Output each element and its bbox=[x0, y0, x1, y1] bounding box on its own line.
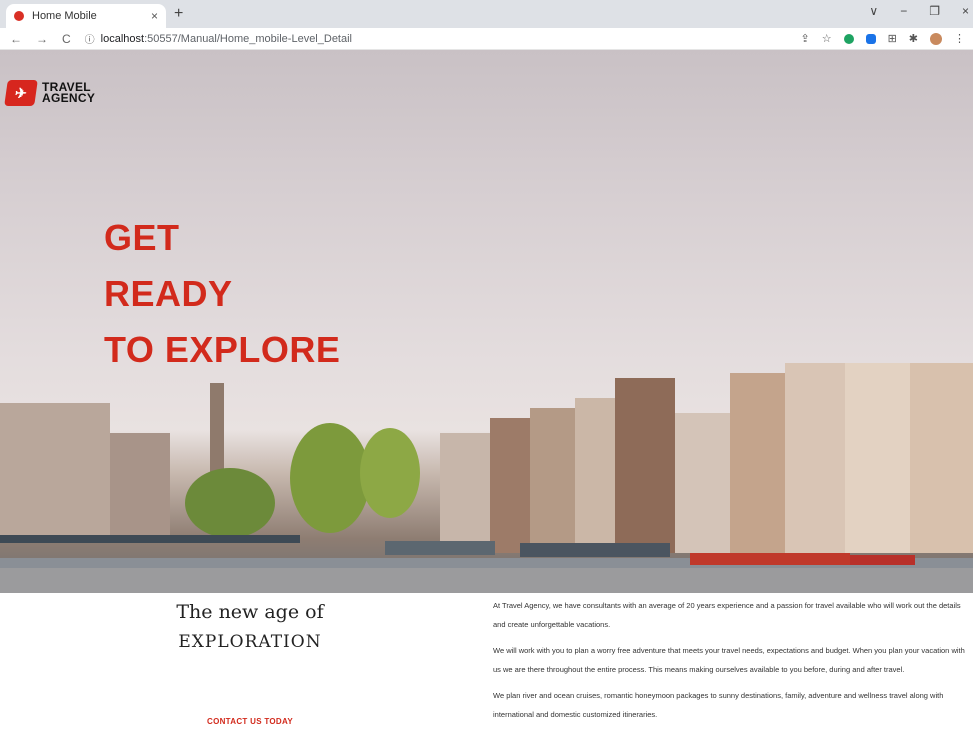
airplane-logo-icon: ✈ bbox=[4, 80, 38, 106]
extension-blue-icon[interactable] bbox=[865, 33, 876, 44]
tab-close-icon[interactable]: × bbox=[151, 9, 158, 23]
url-path: :50557/Manual/Home_mobile-Level_Detail bbox=[144, 32, 352, 45]
browser-tab[interactable]: Home Mobile × bbox=[6, 4, 166, 28]
tab-title: Home Mobile bbox=[32, 10, 97, 22]
headline-line-1: GET bbox=[104, 217, 180, 258]
address-bar[interactable]: ⓘ localhost :50557/Manual/Home_mobile-Le… bbox=[85, 31, 785, 47]
site-favicon-icon bbox=[14, 11, 24, 21]
site-info-icon[interactable]: ⓘ bbox=[85, 31, 95, 46]
reload-icon[interactable]: C bbox=[62, 32, 71, 46]
tab-search-icon[interactable]: ∨ bbox=[869, 4, 878, 18]
headline-line-2: READY bbox=[104, 273, 233, 314]
about-paragraph: We plan river and ocean cruises, romanti… bbox=[493, 691, 944, 719]
travel-agency-logo[interactable]: ✈ TRAVEL AGENCY bbox=[4, 80, 96, 106]
headline-line-3: TO EXPLORE bbox=[104, 329, 341, 370]
about-paragraph: We will work with you to plan a worry fr… bbox=[493, 646, 965, 674]
extensions-area: ⇪ ☆ ⊞ ✱ ⋮ bbox=[800, 32, 965, 45]
about-paragraph: At Travel Agency, we have consultants wi… bbox=[493, 601, 961, 629]
window-controls: ∨ − ❐ × bbox=[869, 4, 969, 18]
hero-banner: ✈ TRAVEL AGENCY GET READY TO EXPLORE bbox=[0, 50, 973, 593]
share-icon[interactable]: ⇪ bbox=[800, 32, 809, 45]
browser-tab-strip: Home Mobile × + ∨ − ❐ × bbox=[0, 0, 973, 28]
contact-us-link[interactable]: CONTACT US TODAY bbox=[0, 717, 500, 726]
extensions-puzzle-icon[interactable]: ✱ bbox=[909, 32, 918, 45]
logo-text: TRAVEL AGENCY bbox=[42, 81, 96, 105]
new-tab-button[interactable]: + bbox=[174, 4, 183, 24]
window-close-icon[interactable]: × bbox=[962, 4, 969, 18]
minimize-icon[interactable]: − bbox=[900, 4, 907, 18]
extension-green-icon[interactable] bbox=[843, 33, 854, 44]
menu-kebab-icon[interactable]: ⋮ bbox=[954, 32, 965, 45]
logo-line-2: AGENCY bbox=[42, 91, 96, 105]
maximize-icon[interactable]: ❐ bbox=[929, 4, 940, 18]
back-icon[interactable]: ← bbox=[10, 32, 22, 46]
intro-title-line-2: EXPLORATION bbox=[178, 632, 322, 652]
bookmark-star-icon[interactable]: ☆ bbox=[822, 32, 832, 45]
amsterdam-canal-image bbox=[0, 363, 973, 593]
url-host: localhost bbox=[100, 32, 145, 45]
about-text: At Travel Agency, we have consultants wi… bbox=[493, 596, 971, 731]
intro-title-line-1: The new age of bbox=[176, 601, 324, 623]
extension-grid-icon[interactable]: ⊞ bbox=[888, 32, 897, 45]
profile-avatar[interactable] bbox=[930, 32, 942, 45]
intro-section: The new age of EXPLORATION CONTACT US TO… bbox=[0, 593, 486, 755]
hero-headline: GET READY TO EXPLORE bbox=[104, 210, 340, 378]
browser-toolbar: ← → C ⓘ localhost :50557/Manual/Home_mob… bbox=[0, 28, 973, 50]
forward-icon[interactable]: → bbox=[36, 32, 48, 46]
